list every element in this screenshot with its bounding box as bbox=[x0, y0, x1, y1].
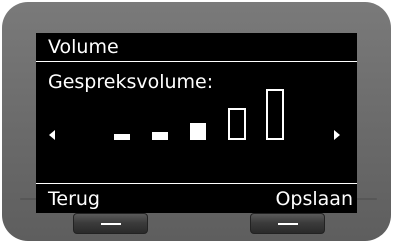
setting-label: Gespreksvolume: bbox=[48, 71, 214, 93]
volume-bar-1 bbox=[114, 134, 130, 140]
softkey-bar: Terug Opslaan bbox=[36, 183, 357, 213]
save-softkey-label[interactable]: Opslaan bbox=[275, 187, 353, 211]
screen-title: Volume bbox=[48, 36, 119, 58]
volume-bar-2 bbox=[152, 132, 168, 140]
dash-icon bbox=[101, 223, 121, 225]
volume-bar-4 bbox=[228, 108, 246, 140]
left-softkey-button[interactable] bbox=[73, 213, 148, 234]
volume-level-selector[interactable] bbox=[36, 89, 357, 169]
volume-bar-3 bbox=[190, 123, 206, 140]
back-softkey-label[interactable]: Terug bbox=[48, 187, 100, 211]
dash-icon bbox=[278, 223, 298, 225]
triangle-left-icon[interactable] bbox=[49, 130, 55, 140]
right-softkey-button[interactable] bbox=[250, 213, 325, 234]
triangle-right-icon[interactable] bbox=[334, 130, 340, 140]
display-screen: Volume Gespreksvolume: Terug Opslaan bbox=[36, 33, 357, 213]
title-bar: Volume bbox=[36, 33, 357, 62]
volume-bar-5 bbox=[266, 89, 284, 140]
